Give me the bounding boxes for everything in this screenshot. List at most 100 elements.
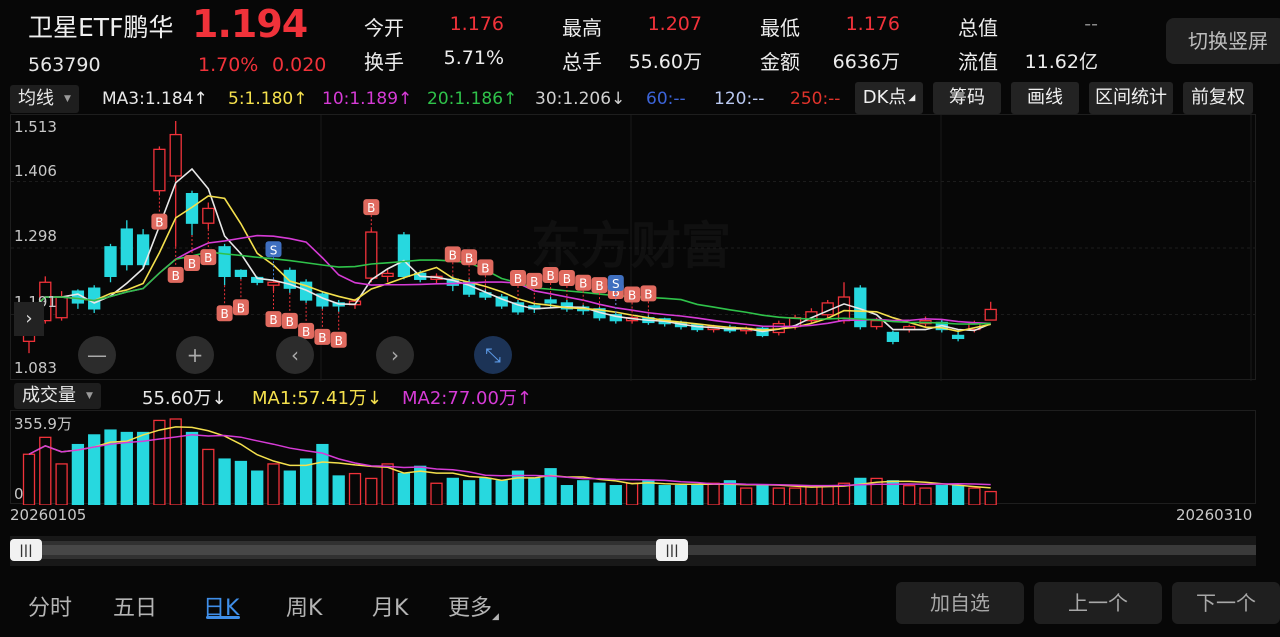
ma30-value: 30:1.206↓ bbox=[535, 89, 626, 109]
dk-point-button[interactable]: DK点 ◢ bbox=[855, 82, 923, 114]
dropdown-arrow-icon: ▼ bbox=[64, 94, 71, 104]
volume-bar bbox=[283, 470, 296, 506]
volume-bar bbox=[479, 477, 492, 506]
volume-axis-bottom: 0 bbox=[14, 485, 24, 503]
previous-button[interactable]: 上一个 bbox=[1034, 582, 1162, 624]
draw-line-button[interactable]: 画线 bbox=[1011, 82, 1079, 114]
indicator-type-dropdown[interactable]: 均线 ▼ bbox=[10, 85, 79, 113]
volume-bar bbox=[234, 460, 248, 506]
tab-more[interactable]: 更多◢ bbox=[448, 590, 499, 622]
volume-bar bbox=[202, 448, 215, 506]
volume-bar bbox=[528, 477, 541, 506]
buy-signal-marker: B bbox=[204, 251, 212, 265]
volume-bar bbox=[772, 487, 785, 506]
security-code: 563790 bbox=[28, 54, 101, 76]
sell-signal-marker: S bbox=[612, 277, 620, 291]
buy-signal-marker: B bbox=[188, 257, 196, 271]
buy-signal-marker: B bbox=[220, 307, 228, 321]
range-handle-right[interactable]: ||| bbox=[656, 539, 688, 561]
buy-signal-marker: B bbox=[155, 216, 163, 230]
volume-bar bbox=[674, 485, 688, 506]
buy-signal-marker: B bbox=[579, 277, 587, 291]
candle-body bbox=[153, 148, 166, 192]
volume-indicator-dropdown[interactable]: 成交量 ▼ bbox=[14, 383, 101, 409]
tab-weekly-k[interactable]: 周K bbox=[286, 590, 322, 622]
tab-monthly-k[interactable]: 月K bbox=[372, 590, 408, 622]
ma5-line bbox=[28, 195, 991, 333]
volume-bar bbox=[935, 485, 948, 506]
candle-body bbox=[104, 246, 117, 278]
volume-bar bbox=[951, 485, 965, 506]
stat-value-turnover: 5.71% bbox=[443, 47, 504, 69]
volume-bar bbox=[430, 482, 443, 506]
chevron-left-icon[interactable]: ‹ bbox=[276, 336, 314, 374]
volume-bar bbox=[968, 487, 981, 506]
candle-body bbox=[886, 331, 900, 342]
collapse-icon[interactable]: ⤡ bbox=[474, 336, 512, 374]
volume-bar bbox=[821, 485, 834, 506]
volume-bar bbox=[332, 475, 345, 506]
range-handle-left[interactable]: ||| bbox=[10, 539, 42, 561]
volume-bar bbox=[707, 482, 720, 506]
volume-bar bbox=[642, 480, 655, 506]
volume-bar bbox=[22, 453, 36, 506]
buy-signal-marker: B bbox=[530, 275, 538, 289]
volume-bar bbox=[544, 468, 557, 506]
volume-bar bbox=[919, 487, 932, 506]
current-price: 1.194 bbox=[192, 2, 308, 46]
forward-adjust-button[interactable]: 前复权 bbox=[1183, 82, 1253, 114]
chevron-right-icon[interactable]: › bbox=[376, 336, 414, 374]
tab-five-day[interactable]: 五日 bbox=[113, 590, 157, 622]
stat-label-low: 最低 bbox=[760, 16, 800, 40]
volume-ma2: MA2:77.00万↑ bbox=[402, 388, 532, 409]
change-amount: 0.020 bbox=[272, 54, 327, 76]
buy-signal-marker: B bbox=[465, 251, 473, 265]
next-button[interactable]: 下一个 bbox=[1172, 582, 1280, 624]
stat-value-amount: 6636万 bbox=[832, 51, 900, 73]
switch-portrait-button[interactable]: 切换竖屏 bbox=[1166, 18, 1280, 64]
buy-signal-marker: B bbox=[237, 301, 245, 315]
buy-signal-marker: B bbox=[595, 279, 603, 293]
volume-bar bbox=[251, 470, 264, 506]
volume-chart bbox=[22, 418, 997, 506]
chips-button[interactable]: 筹码 bbox=[933, 82, 1001, 114]
buy-signal-marker: B bbox=[449, 248, 457, 262]
volume-bar bbox=[625, 482, 639, 506]
dk-point-label: DK点 bbox=[862, 87, 907, 108]
candle-body bbox=[837, 296, 851, 322]
volume-bar bbox=[267, 463, 280, 506]
stat-label-volume: 总手 bbox=[562, 50, 602, 74]
dropdown-arrow-icon: ▼ bbox=[86, 391, 93, 401]
add-watchlist-button[interactable]: 加自选 bbox=[896, 582, 1024, 624]
tab-intraday[interactable]: 分时 bbox=[28, 590, 72, 622]
buy-signal-marker: B bbox=[302, 325, 310, 339]
volume-bar bbox=[984, 490, 997, 506]
volume-axis-top: 355.9万 bbox=[14, 415, 72, 433]
price-axis-label: 1.083 bbox=[14, 359, 57, 377]
plus-icon[interactable]: + bbox=[176, 336, 214, 374]
buy-signal-marker: B bbox=[628, 289, 636, 303]
candle-body bbox=[984, 308, 997, 321]
volume-bar bbox=[903, 485, 916, 506]
stat-value-total-cap: -- bbox=[1084, 13, 1098, 35]
range-stats-button[interactable]: 区间统计 bbox=[1089, 82, 1173, 114]
range-selection[interactable] bbox=[10, 541, 675, 559]
security-name: 卫星ETF鹏华 bbox=[28, 13, 174, 42]
buy-signal-marker: B bbox=[269, 313, 277, 327]
volume-panel[interactable]: 355.9万 0 bbox=[10, 410, 1256, 506]
candle-body bbox=[55, 296, 68, 319]
candle-body bbox=[267, 281, 280, 286]
side-panel-toggle-icon[interactable]: › bbox=[14, 302, 44, 336]
ma10-value: 10:1.189↑ bbox=[322, 89, 413, 109]
buy-signal-marker: B bbox=[481, 261, 489, 275]
candle-body bbox=[870, 320, 883, 328]
volume-bar bbox=[788, 487, 802, 506]
price-axis-label: 1.513 bbox=[14, 118, 57, 136]
buy-signal-marker: B bbox=[172, 269, 180, 283]
minus-icon[interactable]: — bbox=[78, 336, 116, 374]
tab-more-label: 更多 bbox=[448, 596, 493, 621]
ma250-value: 250:-- bbox=[790, 89, 841, 109]
stat-label-amount: 金额 bbox=[760, 50, 800, 74]
volume-bar bbox=[577, 480, 590, 506]
price-axis-label: 1.298 bbox=[14, 227, 57, 245]
